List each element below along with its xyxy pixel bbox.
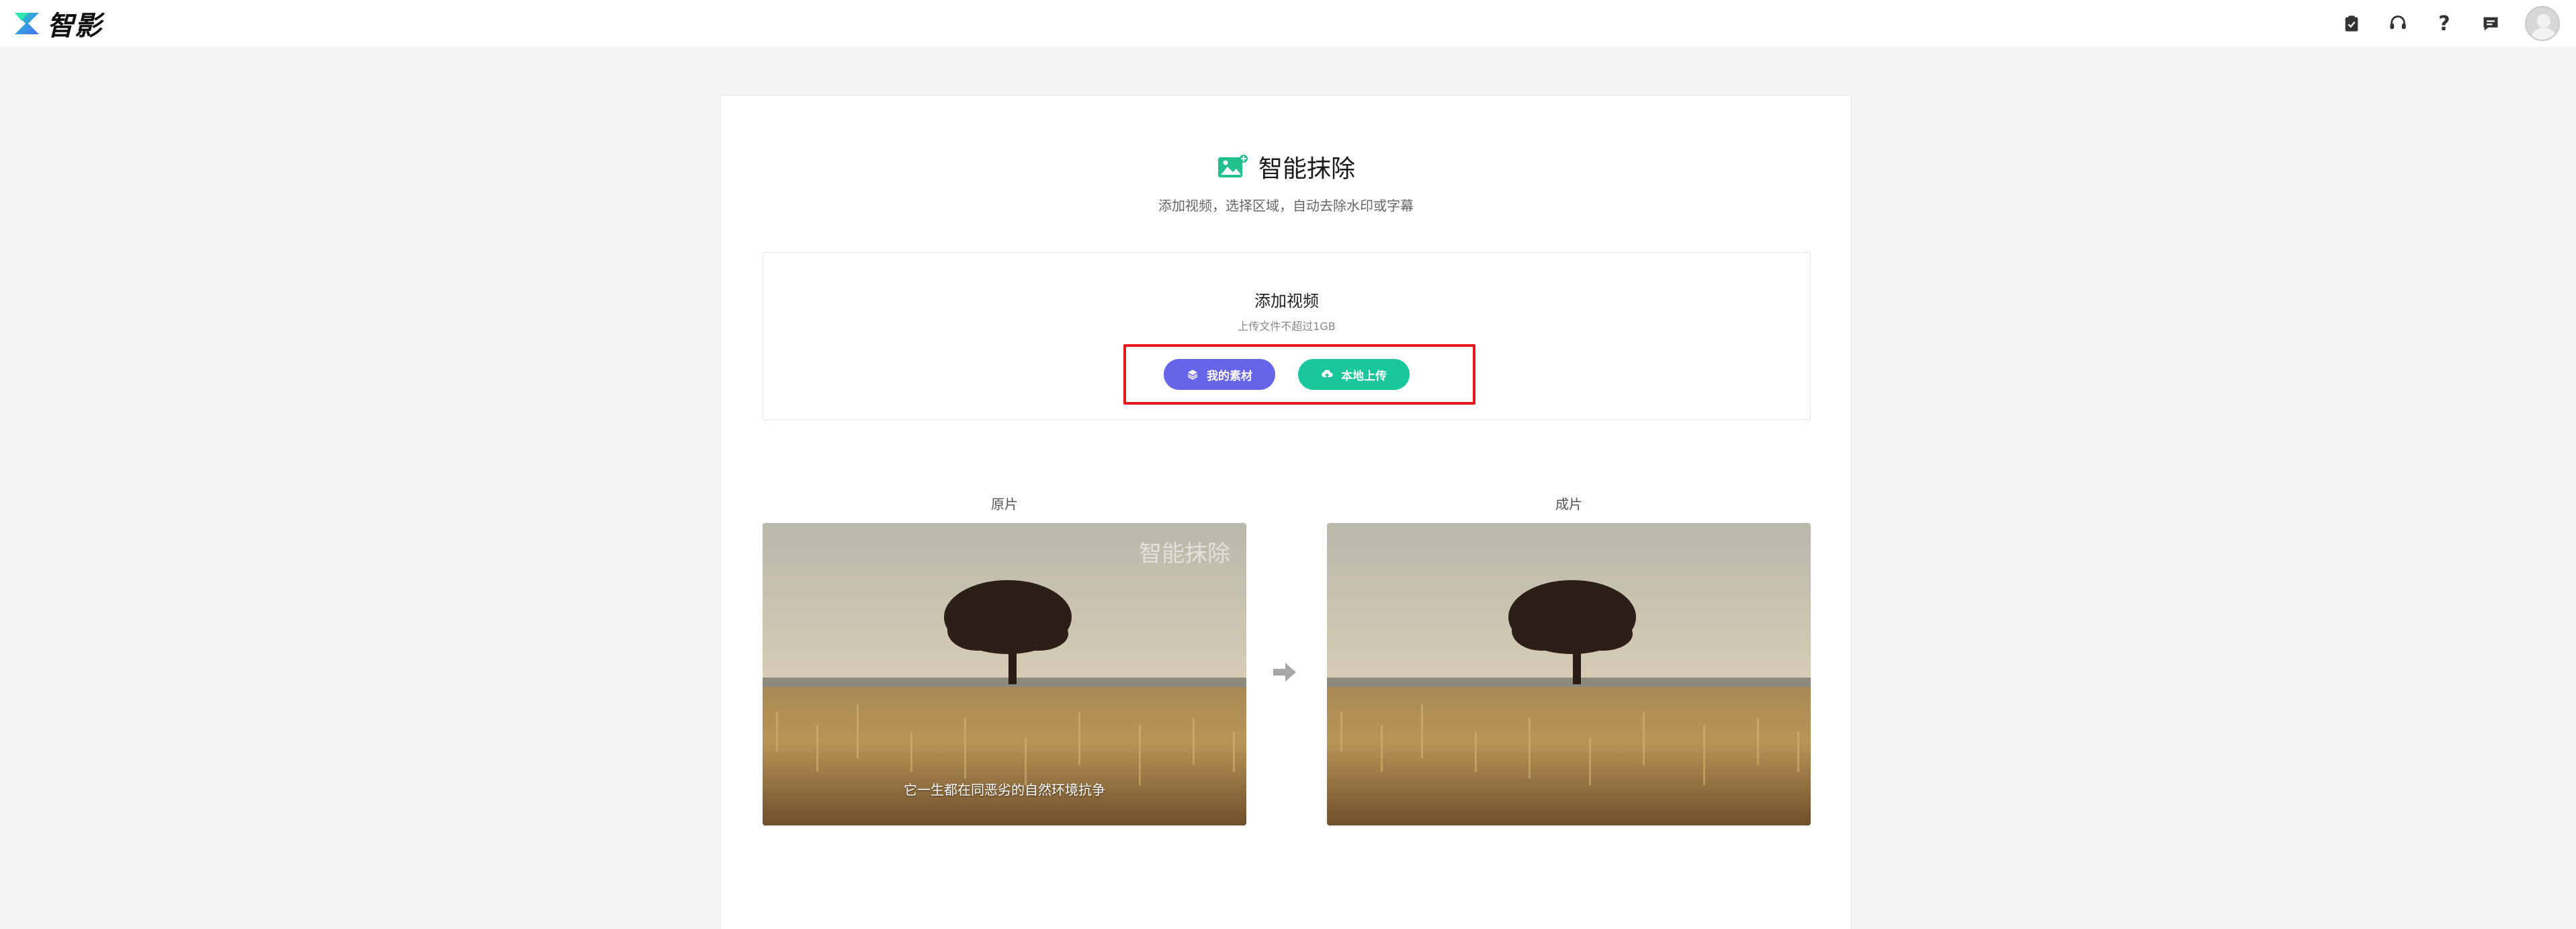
top-bar: 智影 ?	[0, 0, 2576, 48]
video-caption: 它一生都在同恶劣的自然环境抗争	[904, 782, 1105, 798]
avatar[interactable]	[2525, 6, 2560, 41]
watermark-text: 智能抹除	[1139, 540, 1230, 567]
upload-panel: 添加视频 上传文件不超过1GB 我的素材 本地上传	[763, 252, 1811, 420]
tool-header: 智能抹除	[721, 149, 1851, 184]
original-preview: 智能抹除 它一生都在同恶劣的自然环境抗争	[763, 523, 1246, 825]
logo-text: 智影	[47, 11, 102, 42]
page-subtitle: 添加视频，选择区域，自动去除水印或字幕	[1158, 198, 1414, 214]
field-tree-image	[1327, 523, 1811, 825]
header-actions: ?	[2322, 6, 2560, 41]
app-logo[interactable]: 智影	[12, 8, 102, 42]
headset-icon[interactable]	[2381, 7, 2415, 40]
help-icon[interactable]: ?	[2428, 7, 2461, 40]
my-material-button[interactable]: 我的素材	[1164, 359, 1275, 390]
tool-card: 智能抹除 添加视频，选择区域，自动去除水印或字幕 添加视频 上传文件不超过1GB…	[720, 95, 1852, 929]
image-erase-icon	[1217, 155, 1248, 177]
clipboard-check-icon[interactable]	[2335, 7, 2368, 40]
result-label: 成片	[1555, 496, 1582, 512]
help-glyph: ?	[2438, 11, 2450, 36]
my-material-label: 我的素材	[1207, 369, 1252, 382]
result-preview	[1327, 523, 1811, 825]
local-upload-button[interactable]: 本地上传	[1298, 359, 1410, 390]
layers-icon	[1187, 370, 1198, 380]
upload-size-hint: 上传文件不超过1GB	[1238, 320, 1336, 333]
logo-icon	[15, 13, 39, 34]
local-upload-label: 本地上传	[1341, 369, 1387, 382]
upload-title: 添加视频	[1254, 292, 1319, 311]
original-label: 原片	[991, 496, 1018, 512]
cloud-upload-icon	[1322, 370, 1333, 379]
page-title: 智能抹除	[1258, 155, 1355, 183]
message-icon[interactable]	[2474, 7, 2507, 40]
arrow-right-icon	[1273, 663, 1296, 682]
